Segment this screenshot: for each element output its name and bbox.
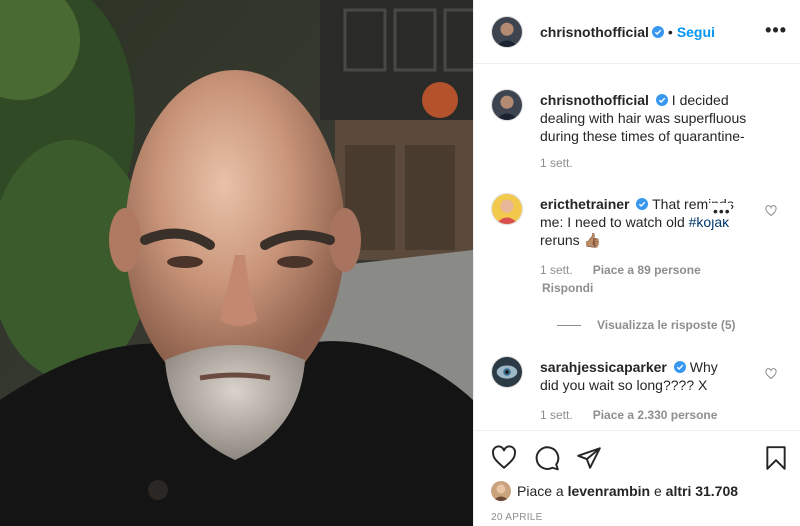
heart-icon[interactable]: [491, 445, 517, 471]
commenter-username[interactable]: ericthetrainer: [540, 196, 629, 212]
comment-likes-count[interactable]: Piace a 2.330 persone: [593, 408, 718, 422]
author-avatar[interactable]: [491, 15, 523, 48]
view-replies-button[interactable]: Visualizza le risposte (5): [557, 318, 736, 332]
comments-list[interactable]: chrisnothofficial I decided dealing with…: [474, 65, 800, 429]
comment-text: sarahjessicaparker Why did you wait so l…: [540, 358, 740, 394]
comment-more-icon[interactable]: •••: [709, 203, 731, 219]
verified-badge-icon: [636, 198, 649, 210]
commenter-avatar[interactable]: [491, 356, 523, 388]
caption-avatar[interactable]: [491, 89, 523, 121]
caption-text: chrisnothofficial I decided dealing with…: [540, 91, 770, 145]
verified-badge-icon: [673, 361, 686, 373]
likes-others-count[interactable]: altri 31.708: [666, 483, 738, 499]
comment-meta: 1 sett. Piace a 2.330 persone: [540, 408, 717, 422]
header-separator: •: [667, 23, 673, 40]
caption-time: 1 sett.: [540, 156, 573, 170]
comment-like-heart-icon[interactable]: [765, 368, 777, 380]
commenter-avatar[interactable]: [491, 193, 523, 225]
post-side-panel: chrisnothofficial • Segui ••• chrisnotho…: [473, 0, 800, 526]
commenter-username[interactable]: sarahjessicaparker: [540, 359, 667, 375]
more-options-icon[interactable]: •••: [765, 21, 787, 39]
post-actions: Piace a levenrambin e altri 31.708 20 AP…: [474, 430, 800, 526]
replies-divider: [557, 324, 581, 326]
likes-prefix: Piace a: [517, 483, 564, 499]
liker-avatar[interactable]: [491, 481, 511, 501]
reply-button[interactable]: Rispondi: [542, 281, 593, 295]
post-photo[interactable]: [0, 0, 473, 526]
verified-badge-icon: [655, 94, 668, 106]
post-date[interactable]: 20 APRILE: [491, 512, 543, 523]
verified-badge-icon: [651, 25, 664, 38]
follow-button[interactable]: Segui: [677, 24, 715, 40]
comment-icon[interactable]: [534, 445, 560, 471]
comment-meta: 1 sett. Piace a 89 persone: [540, 263, 701, 277]
likes-conjunction: e: [653, 483, 662, 499]
comment-like-heart-icon[interactable]: [765, 205, 777, 217]
view-replies-label: Visualizza le risposte (5): [597, 318, 736, 332]
selfie-image: [0, 0, 473, 526]
caption-username[interactable]: chrisnothofficial: [540, 92, 649, 108]
comment-body-end: reruns 👍🏽: [540, 232, 602, 248]
comment-time: 1 sett.: [540, 408, 573, 422]
bookmark-icon[interactable]: [763, 445, 789, 471]
instagram-post: chrisnothofficial • Segui ••• chrisnotho…: [0, 0, 800, 526]
send-icon[interactable]: [576, 445, 602, 471]
comment-time: 1 sett.: [540, 263, 573, 277]
comment-likes-count[interactable]: Piace a 89 persone: [593, 263, 701, 277]
author-username[interactable]: chrisnothofficial: [540, 24, 649, 40]
post-header: chrisnothofficial • Segui •••: [474, 0, 800, 64]
liker-username[interactable]: levenrambin: [568, 483, 650, 499]
likes-summary[interactable]: Piace a levenrambin e altri 31.708: [491, 481, 738, 501]
